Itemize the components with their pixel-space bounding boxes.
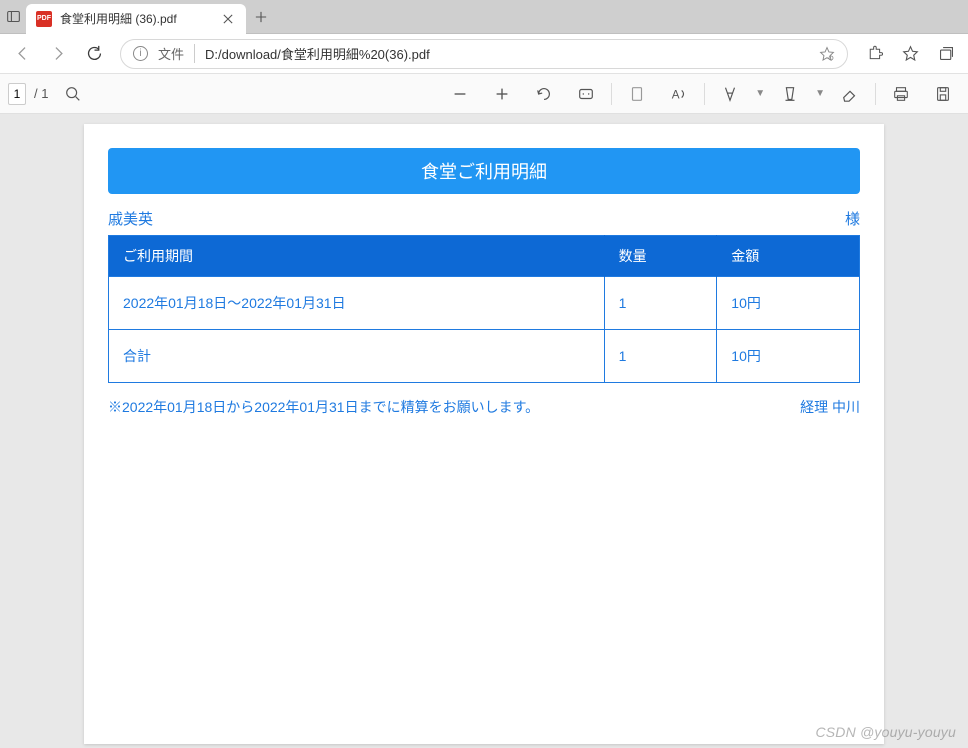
extensions-button[interactable] [858, 38, 890, 70]
plus-icon [255, 11, 267, 23]
zoom-in-button[interactable] [485, 77, 519, 111]
save-icon [934, 85, 952, 103]
favorites-button[interactable] [894, 38, 926, 70]
watermark: CSDN @youyu-youyu [815, 724, 956, 740]
search-icon [64, 85, 82, 103]
print-button[interactable] [884, 77, 918, 111]
plus-icon [493, 85, 511, 103]
browser-tab[interactable]: PDF 食堂利用明細 (36).pdf [26, 4, 246, 34]
highlight-button[interactable] [773, 77, 807, 111]
highlight-icon [781, 85, 799, 103]
url-text: D:/download/食堂利用明細%20(36).pdf [205, 44, 809, 63]
zoom-out-button[interactable] [443, 77, 477, 111]
settlement-note: ※2022年01月18日から2022年01月31日までに精算をお願いします。 [108, 397, 539, 417]
tab-close-button[interactable] [220, 11, 236, 27]
pdf-page: 食堂ご利用明細 戚美英 様 ご利用期間 数量 金額 2022年01月18日～20… [84, 124, 884, 744]
page-icon [628, 85, 646, 103]
new-tab-button[interactable] [246, 0, 276, 34]
page-total-label: / 1 [34, 86, 48, 101]
read-aloud-button[interactable]: A [662, 77, 696, 111]
cell-period: 合計 [109, 330, 605, 383]
table-row: 2022年01月18日～2022年01月31日 1 10円 [109, 277, 860, 330]
read-aloud-icon: A [670, 85, 688, 103]
customer-name: 戚美英 [108, 208, 153, 229]
svg-text:A: A [672, 88, 680, 101]
toolbar-separator [611, 83, 612, 105]
cell-quantity: 1 [604, 277, 717, 330]
table-header-row: ご利用期間 数量 金額 [109, 236, 860, 277]
pdf-viewport[interactable]: 食堂ご利用明細 戚美英 様 ご利用期間 数量 金額 2022年01月18日～20… [0, 114, 968, 748]
sidebar-toggle[interactable] [0, 0, 26, 34]
address-bar: i 文件 D:/download/食堂利用明細%20(36).pdf [0, 34, 968, 74]
document-title: 食堂ご利用明細 [108, 148, 860, 194]
chevron-down-icon[interactable]: ▼ [815, 88, 825, 99]
name-row: 戚美英 様 [108, 208, 860, 229]
star-outline-icon[interactable] [819, 46, 835, 62]
panel-icon [6, 9, 21, 24]
rotate-button[interactable] [527, 77, 561, 111]
cell-amount: 10円 [717, 277, 860, 330]
header-quantity: 数量 [604, 236, 717, 277]
fit-icon [577, 85, 595, 103]
header-amount: 金額 [717, 236, 860, 277]
page-number-input[interactable] [8, 83, 26, 105]
collections-icon [938, 45, 955, 62]
honorific: 様 [845, 208, 860, 229]
info-icon[interactable]: i [133, 46, 148, 61]
chevron-down-icon[interactable]: ▼ [755, 88, 765, 99]
table-row: 合計 1 10円 [109, 330, 860, 383]
cell-period: 2022年01月18日～2022年01月31日 [109, 277, 605, 330]
star-icon [902, 45, 919, 62]
collections-button[interactable] [930, 38, 962, 70]
erase-icon [841, 85, 859, 103]
tab-title: 食堂利用明細 (36).pdf [60, 10, 212, 27]
toolbar-separator [704, 83, 705, 105]
close-icon [223, 14, 233, 24]
arrow-left-icon [14, 45, 31, 62]
url-scheme-label: 文件 [158, 44, 195, 63]
toolbar-separator [875, 83, 876, 105]
forward-button[interactable] [42, 38, 74, 70]
fit-page-button[interactable] [569, 77, 603, 111]
erase-button[interactable] [833, 77, 867, 111]
puzzle-icon [866, 45, 883, 62]
page-view-button[interactable] [620, 77, 654, 111]
print-icon [892, 85, 910, 103]
arrow-right-icon [50, 45, 67, 62]
pdf-toolbar: / 1 A ▼ ▼ [0, 74, 968, 114]
minus-icon [451, 85, 469, 103]
header-period: ご利用期間 [109, 236, 605, 277]
save-button[interactable] [926, 77, 960, 111]
cell-quantity: 1 [604, 330, 717, 383]
cell-amount: 10円 [717, 330, 860, 383]
draw-button[interactable] [713, 77, 747, 111]
browser-tab-bar: PDF 食堂利用明細 (36).pdf [0, 0, 968, 34]
draw-icon [721, 85, 739, 103]
note-row: ※2022年01月18日から2022年01月31日までに精算をお願いします。 経… [108, 397, 860, 417]
url-field[interactable]: i 文件 D:/download/食堂利用明細%20(36).pdf [120, 39, 848, 69]
signer: 経理 中川 [800, 397, 860, 417]
back-button[interactable] [6, 38, 38, 70]
usage-table: ご利用期間 数量 金額 2022年01月18日～2022年01月31日 1 10… [108, 235, 860, 383]
reload-button[interactable] [78, 38, 110, 70]
pdf-icon: PDF [36, 11, 52, 27]
rotate-icon [535, 85, 553, 103]
find-button[interactable] [56, 77, 90, 111]
reload-icon [86, 45, 103, 62]
